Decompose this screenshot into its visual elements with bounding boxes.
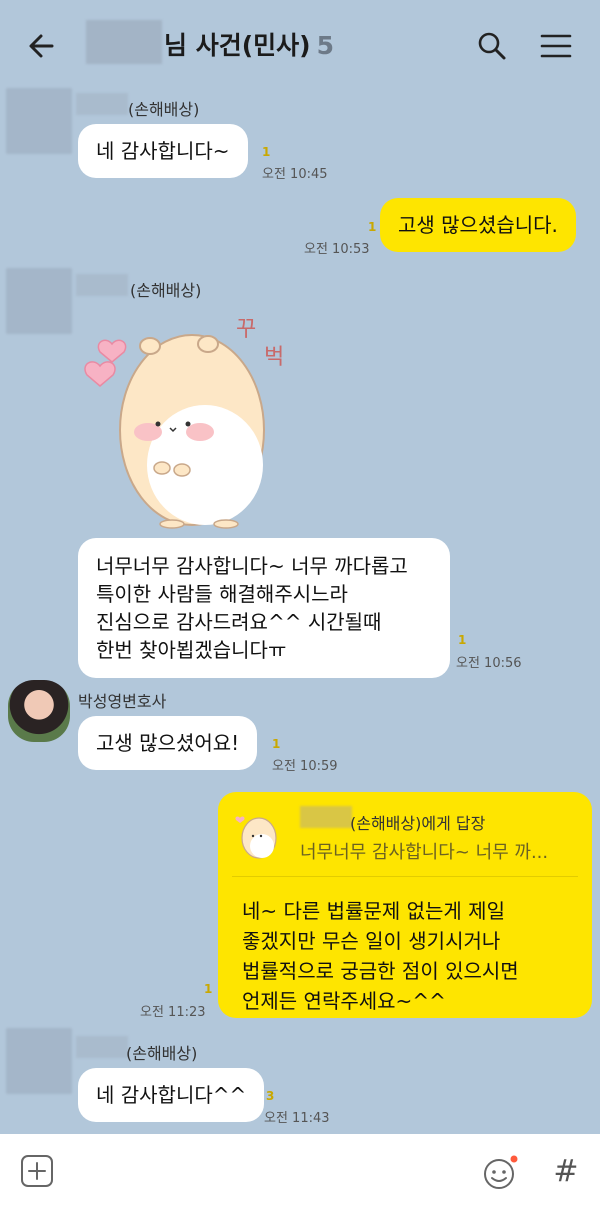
message-line: 법률적으로 궁금한 점이 있으시면 [242, 959, 519, 983]
reply-message-text: 네~ 다른 법률문제 없는게 제일 좋겠지만 무슨 일이 생기시거나 법률적으로… [242, 896, 519, 1016]
hash-button[interactable]: # [548, 1152, 584, 1192]
message-line: 좋겠지만 무슨 일이 생기시거나 [242, 929, 501, 953]
blurred-sender-name [76, 1036, 128, 1058]
message-line: 특이한 사람들 해결해주시느라 [96, 582, 348, 606]
message-line: 언제든 연락주세요~^^ [242, 989, 446, 1013]
menu-icon[interactable] [536, 26, 576, 66]
unread-count: 1 [458, 633, 467, 647]
blurred-reply-name [300, 806, 352, 828]
message-bubble[interactable]: 너무너무 감사합니다~ 너무 까다롭고 특이한 사람들 해결해주시느라 진심으로… [78, 538, 450, 678]
unread-count: 3 [266, 1089, 275, 1103]
reply-target: (손해배상)에게 답장 [350, 814, 486, 833]
emoticon-icon[interactable] [480, 1152, 520, 1192]
message-time: 오전 10:45 [262, 167, 328, 182]
blurred-sender-name [76, 93, 128, 115]
hamster-sticker[interactable]: 꾸 벅 [80, 300, 300, 530]
message-time: 오전 10:56 [456, 656, 522, 671]
plus-icon[interactable] [20, 1154, 54, 1188]
message-line: 네~ 다른 법률문제 없는게 제일 [242, 899, 505, 923]
message-time: 오전 11:23 [140, 1005, 206, 1020]
notification-dot-icon [510, 1155, 518, 1163]
unread-count: 1 [272, 737, 281, 751]
message-input-bar: # [0, 1134, 600, 1208]
chat-header: 님 사건(민사) 5 [0, 0, 600, 88]
avatar[interactable] [6, 88, 72, 154]
avatar[interactable] [6, 1028, 72, 1094]
unread-count: 1 [262, 145, 271, 159]
avatar[interactable] [8, 680, 70, 742]
unread-count: 1 [368, 220, 377, 234]
message-line: 한번 찾아뵙겠습니다ㅠ [96, 638, 287, 662]
message-time: 오전 10:53 [304, 242, 370, 257]
message-line: 너무너무 감사합니다~ 너무 까다롭고 [96, 554, 408, 578]
blurred-sender-name [76, 274, 128, 296]
message-bubble[interactable]: 네 감사합니다~ [78, 124, 248, 178]
chat-title-text: 님 사건(민사) [164, 31, 311, 60]
back-arrow-icon[interactable] [22, 26, 62, 66]
blurred-name [86, 20, 162, 64]
sticker-text: 벅 [264, 345, 284, 370]
sender-name: (손해배상) [128, 100, 200, 119]
member-count: 5 [316, 31, 334, 60]
chat-title: 님 사건(민사) 5 [164, 26, 334, 62]
message-bubble[interactable]: 네 감사합니다^^ [78, 1068, 265, 1122]
sender-name: (손해배상) [126, 1044, 198, 1063]
reply-quote[interactable]: 너무너무 감사합니다~ 너무 까... [300, 838, 548, 864]
my-reply-bubble[interactable]: (손해배상)에게 답장 너무너무 감사합니다~ 너무 까... 네~ 다른 법률… [218, 792, 592, 1018]
avatar[interactable] [6, 268, 72, 334]
search-icon[interactable] [472, 26, 512, 66]
sender-name: 박성영변호사 [78, 692, 167, 711]
message-time: 오전 11:43 [264, 1111, 330, 1126]
unread-count: 1 [204, 982, 213, 996]
message-line: 진심으로 감사드려요^^ 시간될때 [96, 610, 382, 634]
message-time: 오전 10:59 [272, 759, 338, 774]
sticker-thumbnail-icon [235, 816, 277, 859]
sticker-text: 꾸 [236, 317, 256, 342]
sender-name: (손해배상) [130, 281, 202, 300]
reply-divider [232, 876, 578, 877]
my-message-bubble[interactable]: 고생 많으셨습니다. [380, 198, 576, 252]
message-bubble[interactable]: 고생 많으셨어요! [78, 716, 258, 770]
